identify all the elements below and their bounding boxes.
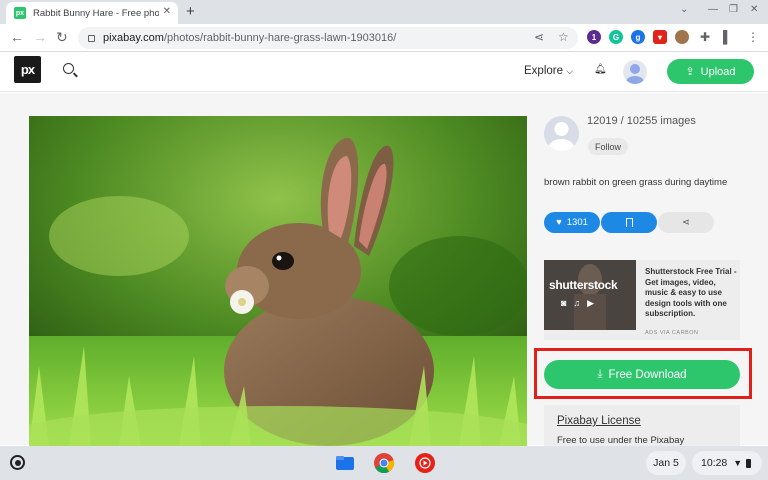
- share-icon[interactable]: ⋖: [534, 30, 544, 44]
- battery-icon: [746, 458, 752, 468]
- user-avatar[interactable]: [623, 60, 647, 84]
- bookmark-icon: [625, 218, 633, 227]
- ad-image: shutterstock ◙♫▶: [544, 260, 636, 330]
- back-arrow-icon[interactable]: ←: [10, 29, 24, 45]
- free-download-button[interactable]: ⤓ Free Download: [544, 360, 740, 389]
- grammarly-icon[interactable]: G: [609, 30, 623, 44]
- pixabay-logo[interactable]: px: [14, 56, 41, 83]
- upload-button[interactable]: ⇪ Upload: [667, 59, 754, 84]
- address-bar[interactable]: pixabay.com/photos/rabbit-bunny-hare-gra…: [78, 27, 578, 49]
- date-text: Jan 5: [653, 457, 679, 469]
- author-stats: 12019 / 10255 images: [587, 115, 696, 127]
- upload-label: Upload: [700, 65, 736, 78]
- rabbit-photo[interactable]: [29, 116, 527, 446]
- side-panel-icon[interactable]: ▌: [723, 30, 732, 44]
- share-nodes-icon: ⋖: [682, 217, 690, 228]
- pixabay-favicon-icon: px: [14, 7, 26, 19]
- ad-media-icons: ◙♫▶: [561, 298, 602, 308]
- upload-icon: ⇪: [685, 66, 695, 78]
- user-silhouette-icon: [626, 64, 644, 84]
- youtube-music-app-icon[interactable]: [414, 452, 436, 474]
- like-count: 1301: [566, 217, 588, 228]
- url-path: /photos/rabbit-bunny-hare-grass-lawn-190…: [163, 32, 397, 44]
- like-button[interactable]: ♥ 1301: [544, 212, 600, 233]
- tab-title: Rabbit Bunny Hare - Free photo on Pixaba…: [33, 7, 159, 19]
- cookie-extension-icon[interactable]: [675, 30, 689, 44]
- launcher-icon[interactable]: [10, 455, 25, 470]
- browser-tab[interactable]: px Rabbit Bunny Hare - Free photo on Pix…: [6, 2, 178, 24]
- close-tab-icon[interactable]: ✕: [163, 6, 171, 17]
- notification-bell-icon[interactable]: 🔔︎: [594, 64, 607, 75]
- restore-button[interactable]: ❐: [729, 4, 738, 15]
- date-pill[interactable]: Jan 5: [646, 451, 686, 475]
- lock-icon: [88, 34, 95, 42]
- time-text: 10:28: [701, 457, 728, 469]
- explore-menu[interactable]: Explore ⌵: [524, 65, 573, 77]
- site-header: px Explore ⌵ 🔔︎ ⇪ Upload: [0, 52, 768, 92]
- follow-button[interactable]: Follow: [588, 138, 628, 155]
- extensions-puzzle-icon[interactable]: ✚: [700, 30, 710, 44]
- shield-extension-icon[interactable]: ▾: [653, 30, 667, 44]
- reload-icon[interactable]: ↻: [56, 29, 68, 46]
- menu-kebab-icon[interactable]: ⋮: [747, 30, 759, 44]
- tab-search-icon[interactable]: ⌄: [680, 4, 688, 15]
- url-host: pixabay.com: [103, 32, 164, 44]
- license-text: Free to use under the Pixabay: [557, 435, 685, 446]
- ad-text: Shutterstock Free Trial - Get images, vi…: [645, 267, 737, 318]
- download-icon: ⤓: [597, 368, 603, 380]
- os-shelf: Jan 5 10:28 ▼: [0, 446, 768, 480]
- close-window-button[interactable]: ✕: [750, 4, 758, 15]
- ad-via-label[interactable]: ADS VIA CARBON: [645, 330, 698, 336]
- explore-label: Explore: [524, 65, 563, 77]
- download-label: Free Download: [608, 368, 687, 381]
- author-avatar[interactable]: [544, 116, 579, 151]
- new-tab-button[interactable]: +: [186, 3, 195, 20]
- ad-background-photo: [544, 260, 636, 330]
- chevron-down-icon: ⌵: [566, 66, 574, 76]
- license-link[interactable]: Pixabay License: [557, 415, 641, 427]
- share-button[interactable]: ⋖: [658, 212, 714, 233]
- image-description: brown rabbit on green grass during dayti…: [544, 177, 728, 188]
- bookmark-star-icon[interactable]: ☆: [558, 30, 569, 44]
- minimize-button[interactable]: —: [708, 4, 718, 15]
- forward-arrow-icon[interactable]: →: [33, 29, 47, 45]
- heart-icon: ♥: [556, 217, 562, 228]
- chrome-app-icon[interactable]: [373, 452, 395, 474]
- author-silhouette-icon: [548, 122, 575, 151]
- ad-brand: shutterstock: [549, 278, 618, 292]
- rabbit-image: [29, 116, 527, 446]
- bookmark-button[interactable]: [601, 212, 657, 233]
- sponsored-ad[interactable]: shutterstock ◙♫▶ Shutterstock Free Trial…: [544, 260, 740, 340]
- wifi-icon: ▼: [733, 458, 743, 468]
- privacy-extension-icon[interactable]: 1: [587, 30, 601, 44]
- status-area[interactable]: 10:28 ▼: [692, 451, 762, 475]
- browser-toolbar: ← → ↻ pixabay.com/photos/rabbit-bunny-ha…: [0, 24, 768, 52]
- search-icon[interactable]: [63, 63, 74, 74]
- url-text: pixabay.com/photos/rabbit-bunny-hare-gra…: [103, 32, 396, 44]
- files-app-icon[interactable]: [334, 452, 356, 474]
- browser-tab-strip: px Rabbit Bunny Hare - Free photo on Pix…: [0, 0, 768, 24]
- extension-g-icon[interactable]: g: [631, 30, 645, 44]
